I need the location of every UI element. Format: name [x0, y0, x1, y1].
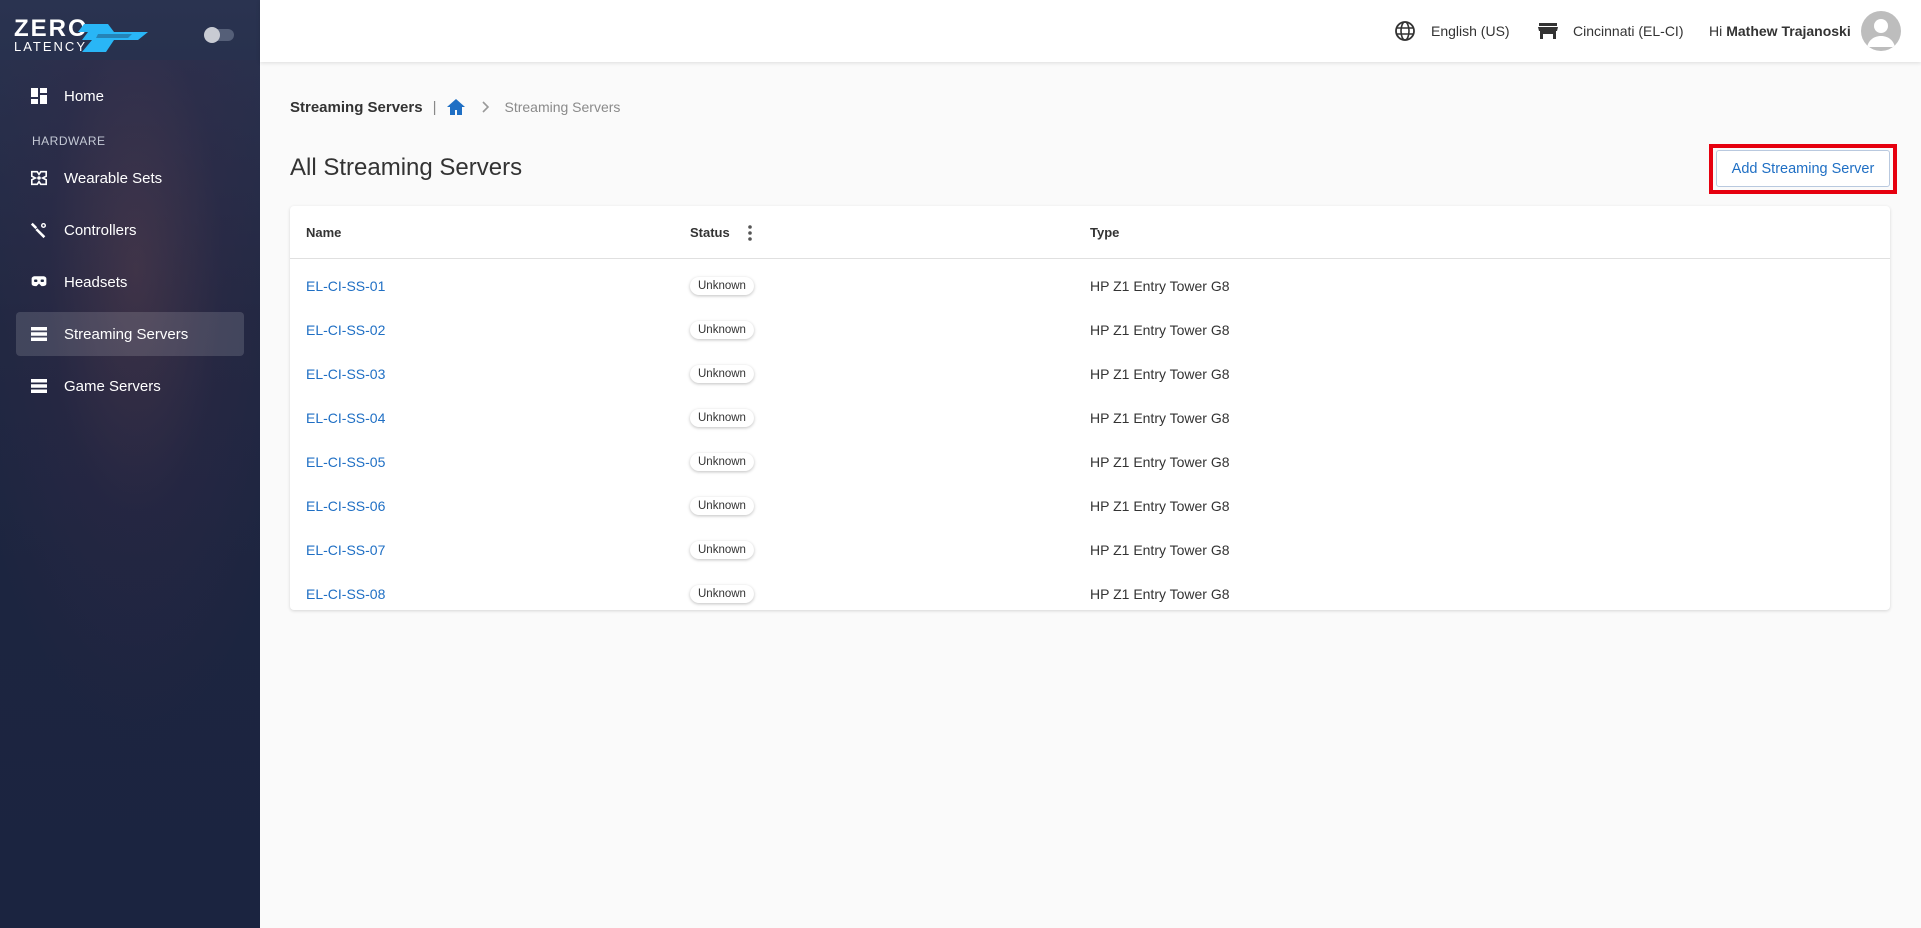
- avatar[interactable]: [1860, 11, 1901, 51]
- dashboard-icon: [30, 87, 48, 105]
- server-type: HP Z1 Entry Tower G8: [1090, 454, 1230, 470]
- server-type: HP Z1 Entry Tower G8: [1090, 586, 1230, 602]
- sidebar-item-controllers[interactable]: Controllers: [16, 208, 244, 252]
- status-badge: Unknown: [690, 321, 754, 339]
- server-type: HP Z1 Entry Tower G8: [1090, 498, 1230, 514]
- store-icon: [1538, 22, 1558, 40]
- brand-plane-icon: [78, 24, 148, 52]
- breadcrumb-current: Streaming Servers: [504, 99, 621, 115]
- server-name-link[interactable]: EL-CI-SS-02: [306, 322, 385, 338]
- sidebar: ZERO LATENCY Home HARDWARE Wearable Sets: [0, 0, 260, 928]
- theme-toggle[interactable]: [204, 27, 234, 43]
- home-icon[interactable]: [446, 98, 466, 116]
- language-selector[interactable]: English (US): [1394, 0, 1510, 62]
- sidebar-item-label: Streaming Servers: [64, 325, 189, 343]
- column-header-type[interactable]: Type: [1090, 206, 1119, 259]
- sidebar-item-game-servers[interactable]: Game Servers: [16, 364, 244, 408]
- server-name-link[interactable]: EL-CI-SS-06: [306, 498, 385, 514]
- sidebar-item-label: Wearable Sets: [64, 169, 163, 187]
- status-badge: Unknown: [690, 585, 754, 603]
- column-menu-icon[interactable]: [747, 224, 752, 241]
- server-name-link[interactable]: EL-CI-SS-01: [306, 278, 385, 294]
- server-type: HP Z1 Entry Tower G8: [1090, 542, 1230, 558]
- toggle-knob: [204, 27, 220, 43]
- column-header-status[interactable]: Status: [690, 206, 752, 259]
- server-name-link[interactable]: EL-CI-SS-07: [306, 542, 385, 558]
- status-badge: Unknown: [690, 277, 754, 295]
- page-title: All Streaming Servers: [290, 154, 523, 181]
- breadcrumb-title: Streaming Servers: [290, 98, 423, 116]
- server-name-link[interactable]: EL-CI-SS-05: [306, 454, 385, 470]
- sidebar-item-wearable-sets[interactable]: Wearable Sets: [16, 156, 244, 200]
- column-header-status-label: Status: [690, 225, 730, 240]
- table-row[interactable]: EL-CI-SS-02 Unknown HP Z1 Entry Tower G8: [290, 308, 1890, 352]
- table-row[interactable]: EL-CI-SS-04 Unknown HP Z1 Entry Tower G8: [290, 396, 1890, 440]
- add-streaming-server-button[interactable]: Add Streaming Server: [1716, 150, 1890, 187]
- server-type: HP Z1 Entry Tower G8: [1090, 278, 1230, 294]
- wearable-sets-icon: [30, 169, 48, 187]
- user-name: Mathew Trajanoski: [1726, 23, 1851, 39]
- sidebar-item-home[interactable]: Home: [16, 74, 244, 118]
- controller-icon: [30, 221, 48, 239]
- server-icon: [30, 377, 48, 395]
- server-name-link[interactable]: EL-CI-SS-04: [306, 410, 385, 426]
- breadcrumb-separator: |: [432, 98, 437, 116]
- column-header-name[interactable]: Name: [306, 206, 341, 259]
- sidebar-item-label: Headsets: [64, 273, 128, 291]
- sidebar-item-streaming-servers[interactable]: Streaming Servers: [16, 312, 244, 356]
- table-row[interactable]: EL-CI-SS-08 Unknown HP Z1 Entry Tower G8: [290, 572, 1890, 616]
- user-menu[interactable]: Hi Mathew Trajanoski: [1709, 0, 1901, 62]
- top-bar: English (US) Cincinnati (EL-CI) Hi Mathe…: [260, 0, 1921, 62]
- location-selector[interactable]: Cincinnati (EL-CI): [1538, 0, 1683, 62]
- server-type: HP Z1 Entry Tower G8: [1090, 366, 1230, 382]
- sidebar-item-label: Controllers: [64, 221, 137, 239]
- status-badge: Unknown: [690, 541, 754, 559]
- sidebar-item-label: Home: [64, 87, 105, 105]
- location-label: Cincinnati (EL-CI): [1573, 23, 1684, 39]
- server-name-link[interactable]: EL-CI-SS-03: [306, 366, 385, 382]
- table-row[interactable]: EL-CI-SS-07 Unknown HP Z1 Entry Tower G8: [290, 528, 1890, 572]
- status-badge: Unknown: [690, 453, 754, 471]
- breadcrumb: Streaming Servers | Streaming Servers: [290, 94, 620, 120]
- table-row[interactable]: EL-CI-SS-01 Unknown HP Z1 Entry Tower G8: [290, 264, 1890, 308]
- status-badge: Unknown: [690, 497, 754, 515]
- server-type: HP Z1 Entry Tower G8: [1090, 322, 1230, 338]
- server-type: HP Z1 Entry Tower G8: [1090, 410, 1230, 426]
- sidebar-item-headsets[interactable]: Headsets: [16, 260, 244, 304]
- sidebar-nav: Home HARDWARE Wearable Sets Controllers …: [16, 74, 244, 416]
- table-row[interactable]: EL-CI-SS-03 Unknown HP Z1 Entry Tower G8: [290, 352, 1890, 396]
- headset-icon: [30, 273, 48, 291]
- status-badge: Unknown: [690, 409, 754, 427]
- status-badge: Unknown: [690, 365, 754, 383]
- sidebar-section-hardware: HARDWARE: [32, 134, 106, 148]
- brand-logo[interactable]: ZERO LATENCY: [14, 17, 148, 54]
- streaming-servers-table: Name Status Type EL-CI-SS-01 Unknown HP …: [290, 206, 1890, 610]
- chevron-right-icon: [482, 101, 490, 113]
- language-label: English (US): [1431, 23, 1510, 39]
- globe-icon: [1394, 20, 1416, 42]
- greeting-text: Hi: [1709, 23, 1723, 39]
- table-row[interactable]: EL-CI-SS-06 Unknown HP Z1 Entry Tower G8: [290, 484, 1890, 528]
- sidebar-item-label: Game Servers: [64, 377, 161, 395]
- server-name-link[interactable]: EL-CI-SS-08: [306, 586, 385, 602]
- table-header: Name Status Type: [290, 206, 1890, 259]
- server-icon: [30, 325, 48, 343]
- table-row[interactable]: EL-CI-SS-05 Unknown HP Z1 Entry Tower G8: [290, 440, 1890, 484]
